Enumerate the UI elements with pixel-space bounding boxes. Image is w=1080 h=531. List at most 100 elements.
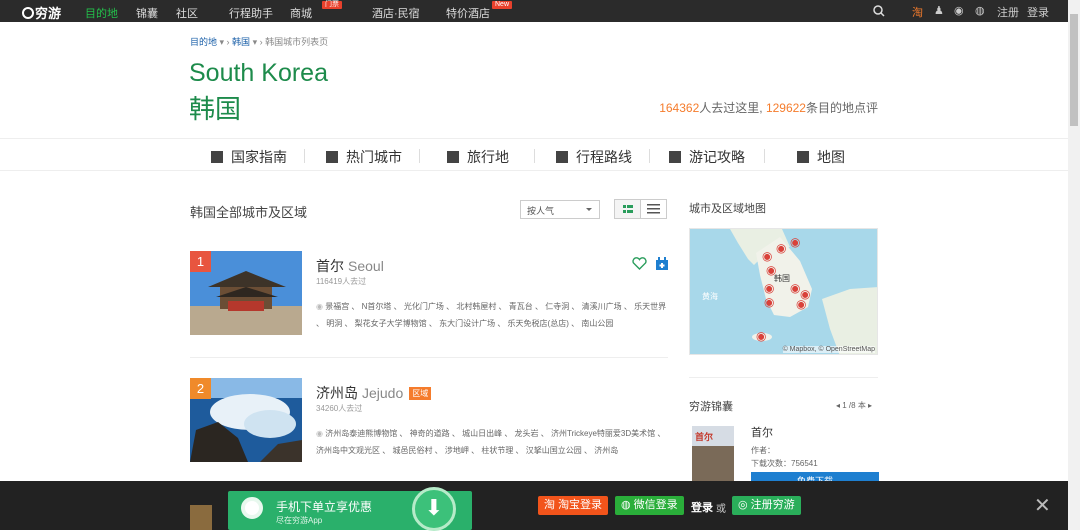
tab-hot-cities[interactable]: 热门城市: [326, 147, 402, 167]
app-promo-banner[interactable]: 手机下单立享优惠 尽在穷游App ⬇: [228, 487, 472, 531]
city-photo[interactable]: 2: [190, 378, 302, 462]
taobao-login-button[interactable]: 淘 淘宝登录: [538, 496, 609, 515]
city-name[interactable]: 济州岛 Jejudo 区域: [316, 383, 432, 403]
taobao-icon[interactable]: 淘: [912, 4, 923, 20]
new-badge: New: [492, 1, 513, 9]
register-button[interactable]: ◎ 注册穷游: [732, 496, 801, 515]
map-pin-icon[interactable]: ◉: [764, 281, 774, 295]
divider: [689, 377, 878, 378]
city-photo[interactable]: 1: [190, 251, 302, 335]
nav-hotels[interactable]: 酒店·民宿: [372, 5, 420, 21]
map-pin-icon[interactable]: ◉: [796, 297, 806, 311]
promo-title: 手机下单立享优惠: [276, 500, 373, 514]
nav-hotel-deals[interactable]: 特价酒店: [446, 5, 490, 21]
visit-count: 34260人去过: [316, 404, 363, 413]
qyer-app-icon: [241, 497, 263, 519]
chevron-right-icon[interactable]: ▸: [866, 401, 872, 410]
divider: [304, 149, 305, 163]
breadcrumb: 目的地 ▾ › 韩国 ▾ › 韩国城市列表页: [190, 35, 328, 48]
notebook-icon: [669, 151, 681, 163]
map-pin-icon[interactable]: ◉: [764, 295, 774, 309]
divider: [419, 149, 420, 163]
nav-mall[interactable]: 商城: [290, 5, 312, 21]
nav-guides[interactable]: 锦囊: [136, 5, 158, 21]
grid-icon: [623, 205, 633, 213]
map-label-sea: 黄海: [702, 292, 718, 301]
country-stats: 164362人去过这里, 129622条目的地点评: [659, 101, 878, 115]
map-icon: [797, 151, 809, 163]
map-pin-icon[interactable]: ◉: [756, 329, 766, 343]
country-name-en: South Korea: [189, 59, 328, 87]
download-arrow-icon[interactable]: ⬇: [412, 487, 456, 531]
attractions-list: ◉ 景福宫 、 N首尔塔 、 光化门广场 、 北村韩屋村 、 青瓦台 、 仁寺洞…: [316, 302, 667, 328]
grid-view-button[interactable]: [614, 199, 641, 219]
heart-icon[interactable]: [632, 257, 647, 270]
breadcrumb-current: 韩国城市列表页: [265, 37, 329, 47]
wechat-icon[interactable]: ◍: [975, 4, 985, 17]
search-icon[interactable]: [873, 5, 885, 17]
nav-community[interactable]: 社区: [176, 5, 198, 21]
tab-map[interactable]: 地图: [797, 147, 845, 167]
breadcrumb-destination[interactable]: 目的地: [190, 37, 217, 47]
tab-travelogues[interactable]: 游记攻略: [669, 147, 745, 167]
list-view-button[interactable]: [640, 199, 667, 219]
sort-select[interactable]: 按人气: [520, 200, 600, 219]
rank-badge: 2: [190, 378, 211, 399]
guide-pager[interactable]: ◂ 1 /8 本 ▸: [836, 400, 872, 411]
guide-author: 作者：: [751, 446, 775, 455]
list-icon: [647, 204, 660, 214]
or-text: 或: [716, 504, 726, 515]
promo-subtitle: 尽在穷游App: [276, 516, 323, 525]
rank-badge-partial: [190, 505, 212, 530]
korea-map[interactable]: 韩国 黄海 ◉ ◉ ◉ ◉ ◉ ◉ ◉ ◉ ◉ ◉ © Mapbox, © Op…: [689, 228, 878, 355]
map-pin-icon[interactable]: ◉: [762, 249, 772, 263]
guides-heading: 穷游锦囊: [689, 401, 733, 413]
tab-itineraries[interactable]: 行程路线: [556, 147, 632, 167]
building-icon: [326, 151, 338, 163]
nav-trip-assistant[interactable]: 行程助手: [229, 5, 273, 21]
nav-destination[interactable]: 目的地: [85, 5, 118, 21]
map-pin-icon[interactable]: ◉: [790, 281, 800, 295]
tab-destinations[interactable]: 旅行地: [447, 147, 509, 167]
scrollbar[interactable]: [1068, 0, 1080, 530]
map-pin-icon[interactable]: ◉: [766, 263, 776, 277]
taobao-icon: 淘: [544, 499, 559, 511]
guide-name[interactable]: 首尔: [751, 424, 773, 440]
top-navigation-bar: 穷游 目的地 锦囊 社区 行程助手 商城 门票 酒店·民宿 特价酒店 New 淘…: [0, 0, 1068, 22]
city-name[interactable]: 首尔 Seoul: [316, 256, 384, 276]
add-to-plan-icon[interactable]: [655, 257, 669, 271]
location-pin-icon: ◉: [316, 302, 326, 311]
login-link[interactable]: 登录: [691, 499, 713, 515]
map-pin-icon[interactable]: ◉: [790, 235, 800, 249]
divider: [649, 149, 650, 163]
tickets-badge: 门票: [322, 1, 342, 9]
tab-country-guide[interactable]: 国家指南: [211, 147, 287, 167]
chevron-down-icon: ▾ ›: [219, 37, 233, 47]
map-title: 城市及区域地图: [689, 203, 766, 215]
wechat-icon: ◍: [621, 499, 634, 511]
divider: [764, 149, 765, 163]
country-tabs: 国家指南 热门城市 旅行地 行程路线 游记攻略 地图: [0, 138, 1068, 171]
scrollbar-thumb[interactable]: [1070, 14, 1078, 126]
wechat-login-button[interactable]: ◍ 微信登录: [615, 496, 684, 515]
qyer-logo[interactable]: 穷游: [22, 3, 61, 22]
guide-cover[interactable]: 首尔: [692, 426, 734, 482]
qq-icon[interactable]: ♟: [934, 4, 944, 17]
breadcrumb-korea[interactable]: 韩国: [232, 37, 250, 47]
close-icon[interactable]: ✕: [1034, 493, 1051, 518]
qyer-icon: ◎: [738, 499, 751, 511]
list-heading: 韩国全部城市及区域: [190, 205, 308, 220]
rank-badge: 1: [190, 251, 211, 272]
weibo-icon[interactable]: ◉: [954, 4, 964, 17]
map-pin-icon[interactable]: ◉: [776, 241, 786, 255]
visit-count: 116419人去过: [316, 277, 367, 286]
login-link[interactable]: 登录: [1027, 4, 1049, 20]
divider: [190, 357, 668, 358]
location-pin-icon: ◉: [316, 429, 326, 438]
register-link[interactable]: 注册: [997, 4, 1019, 20]
bottom-login-bar: [0, 481, 1068, 530]
chevron-down-icon: ▾ ›: [252, 37, 266, 47]
map-attribution[interactable]: © Mapbox, © OpenStreetMap: [782, 346, 875, 353]
country-name-cn: 韩国: [189, 94, 242, 124]
guide-cover-title: 首尔: [692, 426, 734, 446]
